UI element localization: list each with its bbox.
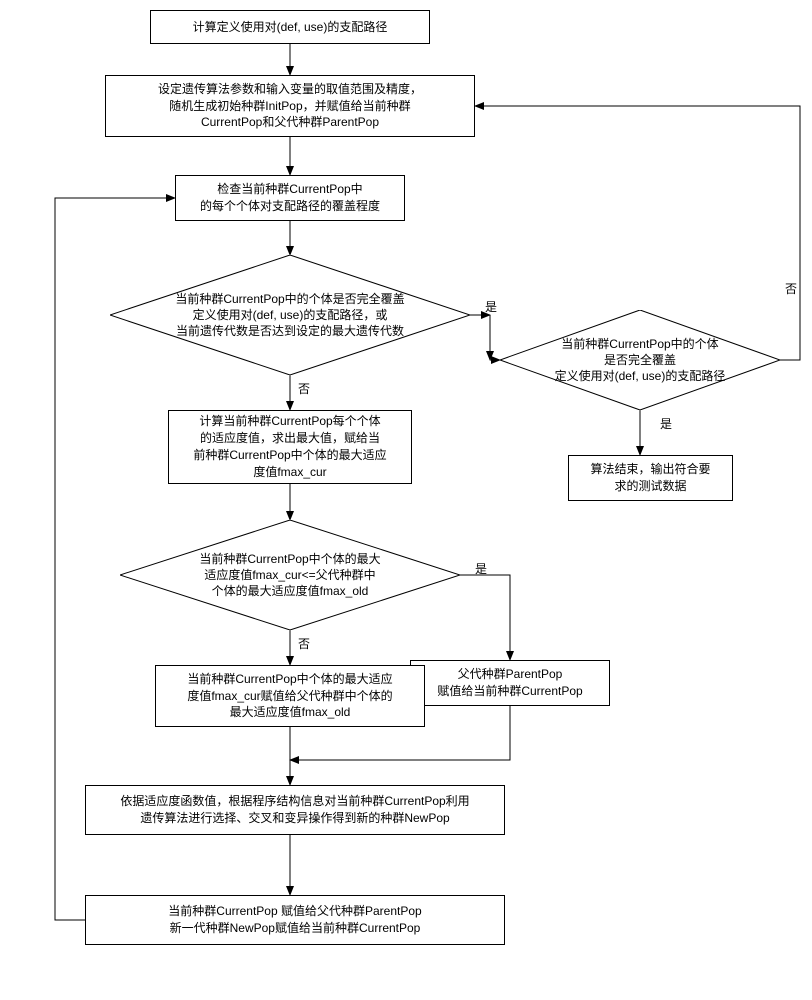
label-yes-d3: 是 [475,560,487,577]
node-algorithm-end: 算法结束，输出符合要 求的测试数据 [568,455,733,501]
node-pop-reassign: 当前种群CurrentPop 赋值给父代种群ParentPop 新一代种群New… [85,895,505,945]
label-no-d1: 否 [298,380,310,397]
decision-coverage-or-maxgen: 当前种群CurrentPop中的个体是否完全覆盖 定义使用对(def, use)… [110,255,470,375]
label-yes-d2: 是 [660,415,672,432]
text: 当前种群CurrentPop中的个体 是否完全覆盖 定义使用对(def, use… [533,336,748,385]
text: 计算定义使用对(def, use)的支配路径 [193,19,388,36]
text: 设定遗传算法参数和输入变量的取值范围及精度， 随机生成初始种群InitPop，并… [158,81,422,131]
decision-fmax-compare: 当前种群CurrentPop中个体的最大 适应度值fmax_cur<=父代种群中… [120,520,460,630]
label-no-d3: 否 [298,635,310,652]
node-calc-fitness: 计算当前种群CurrentPop每个个体 的适应度值，求出最大值，赋给当 前种群… [168,410,412,484]
text: 计算当前种群CurrentPop每个个体 的适应度值，求出最大值，赋给当 前种群… [193,413,386,480]
text: 算法结束，输出符合要 求的测试数据 [590,461,710,495]
text: 当前种群CurrentPop 赋值给父代种群ParentPop 新一代种群New… [168,903,421,937]
node-genetic-operations: 依据适应度函数值，根据程序结构信息对当前种群CurrentPop利用 遗传算法进… [85,785,505,835]
text: 依据适应度函数值，根据程序结构信息对当前种群CurrentPop利用 遗传算法进… [120,793,469,827]
node-calc-dominating-path: 计算定义使用对(def, use)的支配路径 [150,10,430,44]
text: 当前种群CurrentPop中个体的最大 适应度值fmax_cur<=父代种群中… [177,551,402,600]
text: 当前种群CurrentPop中的个体是否完全覆盖 定义使用对(def, use)… [153,291,426,340]
decision-full-coverage: 当前种群CurrentPop中的个体 是否完全覆盖 定义使用对(def, use… [500,310,780,410]
text: 检查当前种群CurrentPop中 的每个个体对支配路径的覆盖程度 [200,181,380,215]
node-check-coverage: 检查当前种群CurrentPop中 的每个个体对支配路径的覆盖程度 [175,175,405,221]
text: 父代种群ParentPop 赋值给当前种群CurrentPop [437,666,582,700]
node-parentpop-assign: 父代种群ParentPop 赋值给当前种群CurrentPop [410,660,610,706]
label-yes-d1: 是 [485,298,497,315]
text: 当前种群CurrentPop中个体的最大适应 度值fmax_cur赋值给父代种群… [187,671,392,721]
node-fmax-assign: 当前种群CurrentPop中个体的最大适应 度值fmax_cur赋值给父代种群… [155,665,425,727]
node-init-params: 设定遗传算法参数和输入变量的取值范围及精度， 随机生成初始种群InitPop，并… [105,75,475,137]
label-no-d2: 否 [785,280,797,297]
